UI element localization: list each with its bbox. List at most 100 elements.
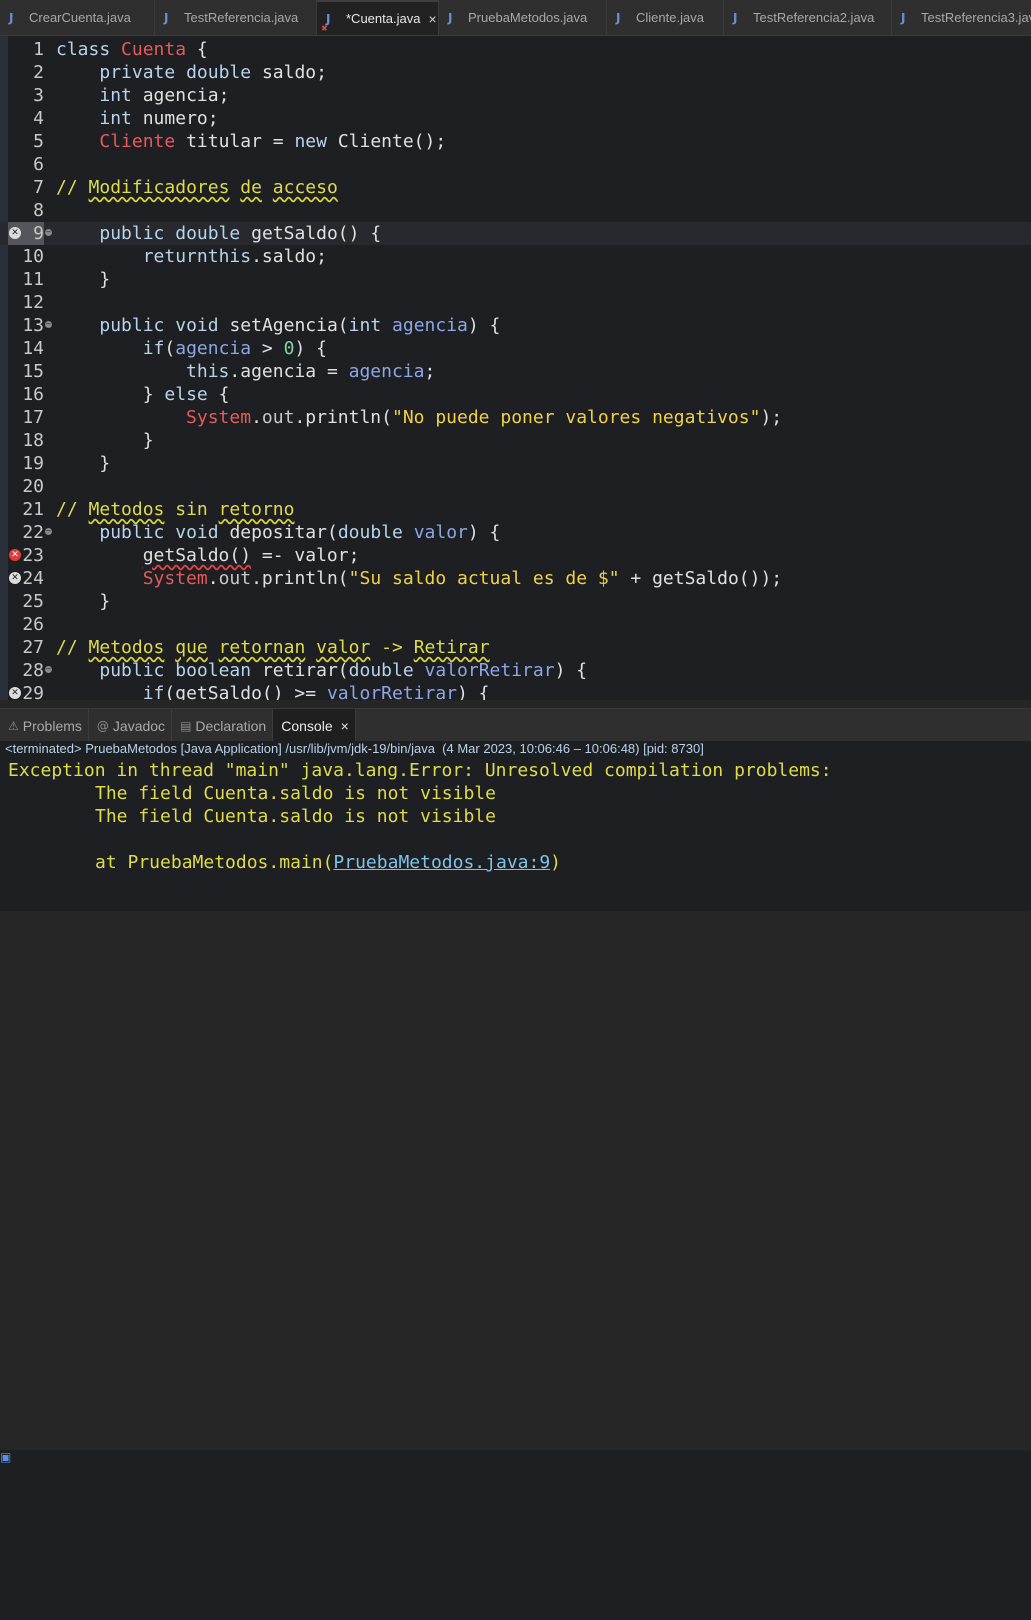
code-token: valorRetirar bbox=[326, 683, 457, 700]
stack-link[interactable]: PruebaMetodos.java:9 bbox=[333, 852, 550, 873]
line-number: 18 bbox=[22, 430, 44, 451]
fold-toggle-icon[interactable]: − bbox=[45, 666, 52, 673]
java-file-icon: J bbox=[733, 10, 738, 25]
close-tab-icon[interactable]: × bbox=[428, 11, 436, 27]
code-text: private double saldo; bbox=[56, 61, 327, 84]
console-line: Exception in thread "main" java.lang.Err… bbox=[8, 760, 843, 781]
fold-toggle-icon[interactable]: − bbox=[45, 528, 52, 535]
code-line: 9 ✕ − public double getSaldo() { bbox=[0, 222, 1031, 245]
code-token: .agencia = bbox=[229, 361, 349, 382]
console-stacktrace-line: at PruebaMetodos.main(PruebaMetodos.java… bbox=[95, 851, 561, 874]
code-token: retorno bbox=[218, 499, 295, 520]
console-line: The field Cuenta.saldo is not visible bbox=[95, 783, 496, 804]
tab-declaration[interactable]: ▤ Declaration bbox=[172, 709, 274, 742]
line-number: 15 bbox=[22, 361, 44, 382]
code-line: 14 if(agencia > 0) { bbox=[0, 337, 1031, 360]
code-token: { bbox=[207, 384, 230, 405]
tab-console[interactable]: ▣ Console × bbox=[0, 709, 1031, 1620]
line-number: 25 bbox=[22, 591, 44, 612]
tab-testreferencia2[interactable]: J TestReferencia2.java bbox=[724, 0, 892, 35]
console-output[interactable]: <terminated> PruebaMetodos [Java Applica… bbox=[0, 741, 1031, 911]
bottom-panel-tabs: ⚠ Problems @ Javadoc ▤ Declaration ▣ Con… bbox=[0, 708, 1031, 1620]
code-token: } bbox=[99, 269, 111, 290]
code-text: } bbox=[56, 452, 110, 475]
code-token: if bbox=[142, 683, 165, 700]
warning-marker-icon[interactable]: ✕ bbox=[9, 227, 21, 239]
code-token: agencia bbox=[175, 338, 252, 359]
line-number: 12 bbox=[22, 292, 44, 313]
code-text: System.out.println("Su saldo actual es d… bbox=[56, 567, 782, 590]
line-number: 4 bbox=[33, 108, 44, 129]
code-token: setAgencia( bbox=[229, 315, 349, 336]
code-line: 5 Cliente titular = new Cliente(); bbox=[0, 130, 1031, 153]
code-line: 28− public boolean retirar(double valorR… bbox=[0, 659, 1031, 682]
code-line: 6 bbox=[0, 153, 1031, 176]
code-token: numero; bbox=[142, 108, 219, 129]
code-line: 20 bbox=[0, 475, 1031, 498]
at-icon: @ bbox=[96, 718, 109, 733]
code-line: 2 private double saldo; bbox=[0, 61, 1031, 84]
line-number: 16 bbox=[22, 384, 44, 405]
warning-marker-icon[interactable]: ✕ bbox=[9, 572, 21, 584]
tab-testreferencia3[interactable]: J TestReferencia3.java bbox=[892, 0, 1031, 35]
code-token: ) { bbox=[467, 315, 501, 336]
code-token: retornan bbox=[218, 637, 306, 658]
code-token: agencia bbox=[348, 361, 425, 382]
stack-suffix: ) bbox=[550, 852, 562, 873]
code-line: 13− public void setAgencia(int agencia) … bbox=[0, 314, 1031, 337]
line-number: 17 bbox=[22, 407, 44, 428]
tab-testreferencia[interactable]: J TestReferencia.java bbox=[155, 0, 317, 35]
code-token: agencia; bbox=[142, 85, 230, 106]
code-token: int bbox=[99, 108, 132, 129]
code-line: 17 System.out.println("No puede poner va… bbox=[0, 406, 1031, 429]
code-token: void bbox=[175, 522, 219, 543]
code-token: titular = bbox=[186, 131, 284, 152]
code-token: ) { bbox=[457, 683, 490, 700]
tab-javadoc[interactable]: @ Javadoc bbox=[89, 709, 173, 742]
code-token: "Su saldo actual es de $" bbox=[348, 568, 620, 589]
code-token: public bbox=[99, 315, 165, 336]
code-token: private bbox=[99, 62, 176, 83]
code-line: 27 // Metodos que retornan valor -> Retir… bbox=[0, 636, 1031, 659]
code-token: acceso bbox=[272, 177, 338, 198]
line-number: 14 bbox=[22, 338, 44, 359]
declaration-icon: ▤ bbox=[180, 718, 192, 733]
java-file-icon: J bbox=[616, 10, 621, 25]
fold-toggle-icon[interactable]: − bbox=[45, 321, 52, 328]
code-token: retirar( bbox=[261, 660, 349, 681]
code-text: if(agencia > 0) { bbox=[56, 337, 327, 360]
code-line: 3 int agencia; bbox=[0, 84, 1031, 107]
tab-cliente[interactable]: J Cliente.java bbox=[607, 0, 724, 35]
problems-icon: ⚠ bbox=[8, 718, 19, 733]
code-text: // Metodos que retornan valor -> Retirar bbox=[56, 636, 490, 659]
code-token: depositar( bbox=[229, 522, 338, 543]
tab-crearcuenta[interactable]: J CrearCuenta.java bbox=[0, 0, 155, 35]
code-line: 29 ✕ if(getSaldo() >= valorRetirar) { bbox=[0, 682, 1031, 700]
code-text: returnthis.saldo; bbox=[56, 245, 327, 268]
java-file-icon: J bbox=[901, 10, 906, 25]
line-number: 21 bbox=[22, 499, 44, 520]
code-text: public void depositar(double valor) { bbox=[56, 521, 500, 544]
code-token: public bbox=[99, 522, 165, 543]
tab-pruebametodos[interactable]: J PruebaMetodos.java bbox=[439, 0, 607, 35]
error-marker-icon[interactable]: ✕ bbox=[9, 549, 21, 561]
warning-marker-icon[interactable]: ✕ bbox=[9, 687, 21, 699]
code-token: Cliente(); bbox=[337, 131, 447, 152]
code-text: } else { bbox=[56, 383, 230, 406]
code-text: } bbox=[56, 590, 110, 613]
code-token: -> bbox=[381, 637, 403, 658]
code-token: new bbox=[294, 131, 327, 152]
tab-label: Declaration bbox=[195, 717, 267, 734]
fold-toggle-icon[interactable]: − bbox=[45, 229, 52, 236]
tab-cuenta[interactable]: J ✖ *Cuenta.java × bbox=[317, 0, 439, 35]
code-line: 8 bbox=[0, 199, 1031, 222]
code-editor[interactable]: 1 class Cuenta {2 private double saldo; 3 … bbox=[0, 36, 1031, 700]
close-tab-icon[interactable]: × bbox=[341, 718, 349, 734]
tab-label: CrearCuenta.java bbox=[29, 10, 131, 25]
code-text: class Cuenta { bbox=[56, 38, 208, 61]
code-token: . bbox=[251, 407, 262, 428]
tab-problems[interactable]: ⚠ Problems bbox=[0, 709, 89, 742]
code-token: . bbox=[207, 568, 219, 589]
code-line: 1 class Cuenta { bbox=[0, 38, 1031, 61]
code-token: return bbox=[142, 246, 208, 267]
